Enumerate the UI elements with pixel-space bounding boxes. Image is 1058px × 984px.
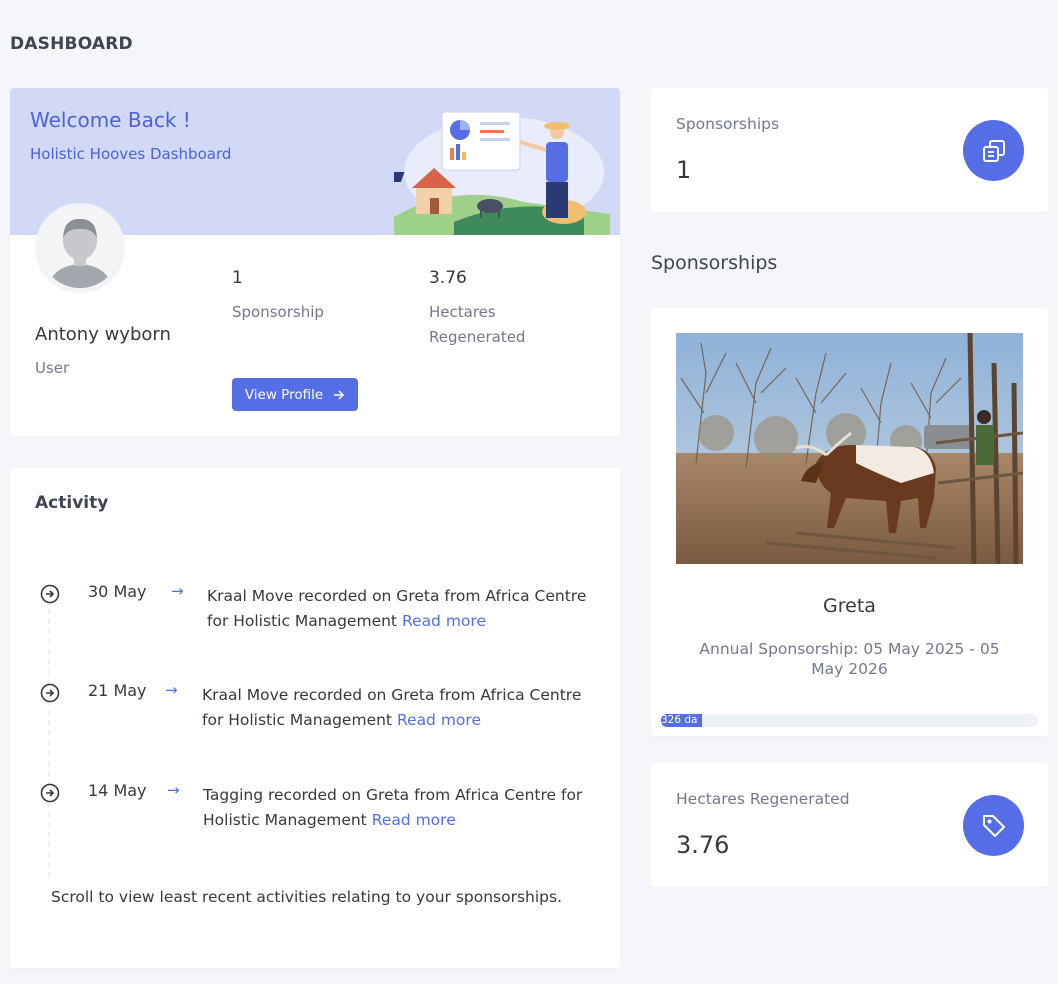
- hectares-stat-card: Hectares Regenerated 3.76: [651, 763, 1048, 887]
- sponsorships-stat-card: Sponsorships 1: [651, 88, 1048, 212]
- sponsorship-progress: 326 da: [661, 714, 1038, 727]
- stat-hectares-label: Hectares Regenerated: [429, 303, 526, 346]
- timeline-line: [48, 598, 50, 878]
- page-title: DASHBOARD: [10, 34, 133, 54]
- copy-icon: [963, 120, 1024, 181]
- view-profile-button[interactable]: View Profile: [232, 378, 358, 411]
- welcome-subtitle: Holistic Hooves Dashboard: [30, 145, 232, 163]
- arrow-circle-icon: [40, 783, 60, 803]
- animal-name: Greta: [823, 595, 876, 617]
- sponsorships-stat-label: Sponsorships: [676, 115, 780, 133]
- activity-date: 21 May: [88, 681, 147, 700]
- activity-card[interactable]: Activity 30 May → Kraal Move recorded on…: [10, 468, 620, 968]
- arrow-right-icon: →: [165, 681, 178, 699]
- arrow-right-icon: →: [167, 781, 180, 799]
- user-role: User: [35, 359, 70, 377]
- activity-hint: Scroll to view least recent activities r…: [51, 888, 563, 906]
- arrow-right-icon: →: [171, 582, 184, 600]
- arrow-circle-icon: [40, 683, 60, 703]
- progress-bar: 326 da: [661, 714, 703, 727]
- activity-title: Activity: [35, 493, 109, 513]
- read-more-link[interactable]: Read more: [397, 711, 481, 729]
- hectares-stat-label: Hectares Regenerated: [676, 790, 850, 808]
- tag-icon: [963, 795, 1024, 856]
- stat-sponsorship-label: Sponsorship: [232, 303, 324, 321]
- user-name: Antony wyborn: [35, 324, 171, 345]
- stat-hectares-value: 3.76: [429, 268, 467, 288]
- avatar: [35, 203, 125, 293]
- activity-text: Kraal Move recorded on Greta from Africa…: [202, 686, 582, 729]
- stat-sponsorship-value: 1: [232, 268, 243, 288]
- activity-date: 14 May: [88, 781, 147, 800]
- sponsorship-card[interactable]: Greta Annual Sponsorship: 05 May 2025 - …: [651, 308, 1048, 736]
- animal-photo: [676, 333, 1023, 564]
- view-profile-label: View Profile: [244, 386, 324, 403]
- read-more-link[interactable]: Read more: [372, 811, 456, 829]
- read-more-link[interactable]: Read more: [402, 612, 486, 630]
- arrow-right-icon: [334, 389, 345, 400]
- sponsorships-stat-value: 1: [676, 156, 692, 184]
- activity-date: 30 May: [88, 582, 147, 601]
- sponsorships-section-title: Sponsorships: [651, 252, 778, 274]
- welcome-card: Welcome Back ! Holistic Hooves Dashboard: [10, 88, 620, 436]
- farmer-illustration: [394, 111, 610, 235]
- list-item: 21 May → Kraal Move recorded on Greta fr…: [10, 675, 620, 735]
- arrow-circle-icon: [40, 584, 60, 604]
- sponsorship-dates: Annual Sponsorship: 05 May 2025 - 05 May…: [699, 640, 1000, 678]
- list-item: 30 May → Kraal Move recorded on Greta fr…: [10, 576, 620, 636]
- hectares-stat-value: 3.76: [676, 831, 730, 859]
- activity-text: Kraal Move recorded on Greta from Africa…: [207, 587, 587, 630]
- welcome-title: Welcome Back !: [30, 108, 191, 132]
- list-item: 14 May → Tagging recorded on Greta from …: [10, 775, 620, 835]
